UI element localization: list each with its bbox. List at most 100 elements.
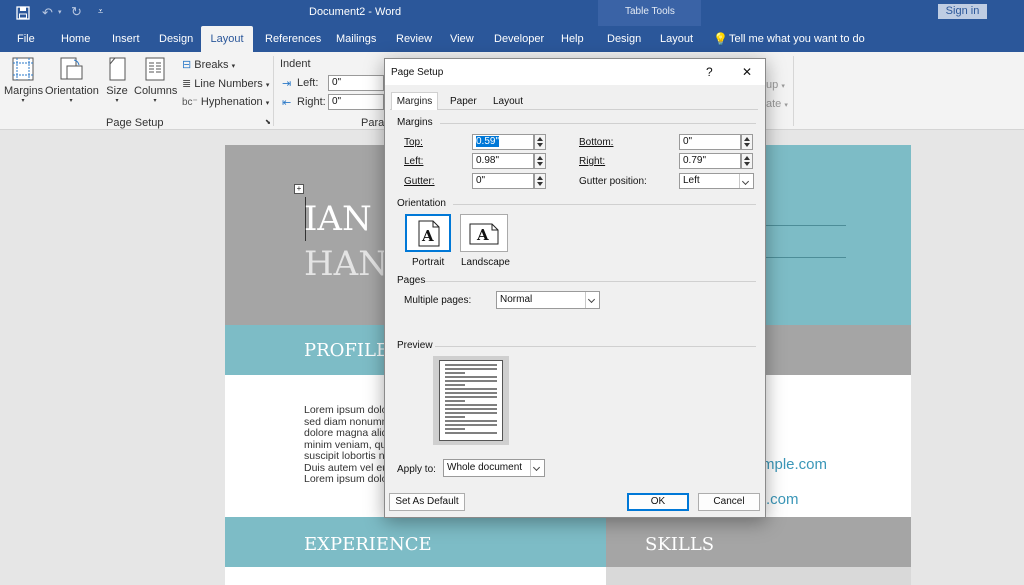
rotate-label: ate [766, 98, 782, 110]
tab-file[interactable]: File [17, 26, 35, 52]
tab-layout[interactable]: Layout [201, 26, 253, 52]
top-margin-value: 0.59" [476, 136, 500, 147]
undo-dropdown-icon[interactable]: ▾ [58, 8, 62, 16]
line-numbers-dropdown-icon: ▾ [265, 82, 270, 89]
indent-right-icon: ⇤ [282, 97, 292, 109]
hyphenation-button[interactable]: bc⁻ Hyphenation ▾ [182, 96, 269, 108]
save-icon[interactable] [16, 6, 30, 20]
dialog-tab-margins[interactable]: Margins [391, 92, 438, 110]
tab-review[interactable]: Review [396, 26, 432, 52]
bottom-margin-spinner[interactable] [741, 134, 753, 150]
page-setup-group-label: Page Setup [106, 117, 164, 129]
landscape-label: Landscape [461, 257, 510, 268]
orientation-section-label: Orientation [397, 198, 446, 209]
tab-strip-line [390, 109, 758, 110]
sign-in-button[interactable]: Sign in [938, 4, 987, 19]
preview-frame [433, 356, 509, 445]
left-margin-spinner[interactable] [534, 153, 546, 169]
profile-text: Lorem ipsum dolo sed diam nonumm dolore … [304, 404, 390, 486]
size-button[interactable]: Size ▾ [103, 56, 131, 104]
skills-area [606, 567, 911, 585]
portrait-option[interactable]: A [405, 214, 451, 252]
columns-label: Columns [134, 85, 178, 97]
chevron-down-icon [739, 174, 753, 188]
orientation-button[interactable]: Orientation ▾ [45, 56, 99, 104]
gutter-position-select[interactable]: Left [679, 173, 754, 189]
ok-button[interactable]: OK [627, 493, 689, 511]
table-tools-label: Table Tools [625, 6, 675, 17]
dialog-close-button[interactable]: ✕ [742, 65, 752, 79]
indent-left-icon: ⇥ [282, 78, 292, 90]
multiple-pages-select[interactable]: Normal [496, 291, 600, 309]
gutter-spinner[interactable] [534, 173, 546, 189]
resume-last-name: HAN [304, 244, 388, 284]
help-button[interactable]: ? [706, 65, 713, 79]
right-margin-input[interactable]: 0.79" [679, 153, 741, 169]
redo-icon[interactable]: ↻ [71, 4, 82, 20]
email-text: mple.com [762, 456, 828, 473]
line-numbers-button[interactable]: ≣ Line Numbers ▾ [182, 77, 269, 90]
landscape-option[interactable]: A [460, 214, 508, 252]
indent-left-input[interactable]: 0" [328, 75, 384, 91]
tab-table-layout[interactable]: Layout [660, 26, 693, 52]
ribbon-tabs: File Home Insert Design Layout Reference… [0, 26, 1024, 52]
table-move-handle-icon[interactable]: + [294, 184, 304, 194]
portrait-icon: A [418, 220, 440, 247]
tab-references[interactable]: References [265, 26, 321, 52]
page-setup-dialog: Page Setup ? ✕ Margins Paper Layout Marg… [384, 58, 766, 518]
indent-left-label: Left: [297, 77, 319, 89]
gutter-input[interactable]: 0" [472, 173, 534, 189]
orientation-dropdown-icon: ▾ [69, 98, 73, 104]
margins-button[interactable]: Margins ▾ [4, 56, 43, 104]
top-margin-spinner[interactable] [534, 134, 546, 150]
right-margin-spinner[interactable] [741, 153, 753, 169]
bring-forward-partial[interactable]: up ▾ [766, 79, 785, 91]
apply-to-select[interactable]: Whole document [443, 459, 545, 477]
customize-toolbar-icon[interactable]: ⩡ [98, 6, 103, 17]
cancel-button[interactable]: Cancel [698, 493, 760, 511]
set-as-default-button[interactable]: Set As Default [389, 493, 465, 511]
lorem-line: Lorem ipsum dolo [304, 473, 388, 485]
lorem-line: suscipit lobortis ni [304, 450, 387, 462]
columns-icon [145, 57, 165, 81]
page-setup-launcher-icon[interactable]: ⬊ [265, 118, 271, 126]
portrait-label: Portrait [412, 257, 445, 268]
rotate-partial[interactable]: ate ▾ [766, 98, 788, 110]
tab-mailings[interactable]: Mailings [336, 26, 376, 52]
lorem-line: Lorem ipsum dolo [304, 404, 388, 416]
hyphenation-label: Hyphenation [200, 96, 263, 108]
preview-section-label: Preview [397, 340, 433, 351]
breaks-dropdown-icon: ▾ [231, 63, 236, 70]
title-bar: ↶ ▾ ↻ ⩡ Document2 - Word Table Tools Sig… [0, 0, 1024, 52]
multiple-pages-label: Multiple pages: [404, 295, 472, 306]
columns-button[interactable]: Columns ▾ [134, 56, 178, 104]
tell-me-search[interactable]: Tell me what you want to do [729, 26, 865, 52]
bottom-margin-input[interactable]: 0" [679, 134, 741, 150]
apply-to-value: Whole document [447, 462, 523, 473]
tab-help[interactable]: Help [561, 26, 584, 52]
line-numbers-icon: ≣ [182, 78, 192, 90]
tab-home[interactable]: Home [61, 26, 90, 52]
gutter-position-label: Gutter position: [579, 176, 647, 187]
website-text: .com [766, 491, 799, 508]
svg-text:A: A [421, 227, 434, 245]
contact-rule [766, 225, 846, 226]
left-margin-input[interactable]: 0.98" [472, 153, 534, 169]
dialog-tab-paper[interactable]: Paper [450, 96, 477, 107]
tab-insert[interactable]: Insert [112, 26, 140, 52]
lorem-line: dolore magna aliq [304, 427, 388, 439]
tab-table-design[interactable]: Design [607, 26, 641, 52]
indent-right-input[interactable]: 0" [328, 94, 384, 110]
group-divider-right [793, 56, 794, 126]
tab-design[interactable]: Design [159, 26, 193, 52]
tab-view[interactable]: View [450, 26, 474, 52]
undo-icon[interactable]: ↶ [42, 5, 53, 21]
size-icon [109, 57, 126, 81]
experience-heading: EXPERIENCE [304, 534, 432, 555]
dialog-tab-layout[interactable]: Layout [493, 96, 523, 107]
page-preview-icon [439, 360, 503, 441]
top-margin-input[interactable]: 0.59" [472, 134, 534, 150]
breaks-button[interactable]: ⊟ Breaks ▾ [182, 58, 235, 71]
tab-developer[interactable]: Developer [494, 26, 544, 52]
hyphenation-icon: bc⁻ [182, 97, 198, 108]
